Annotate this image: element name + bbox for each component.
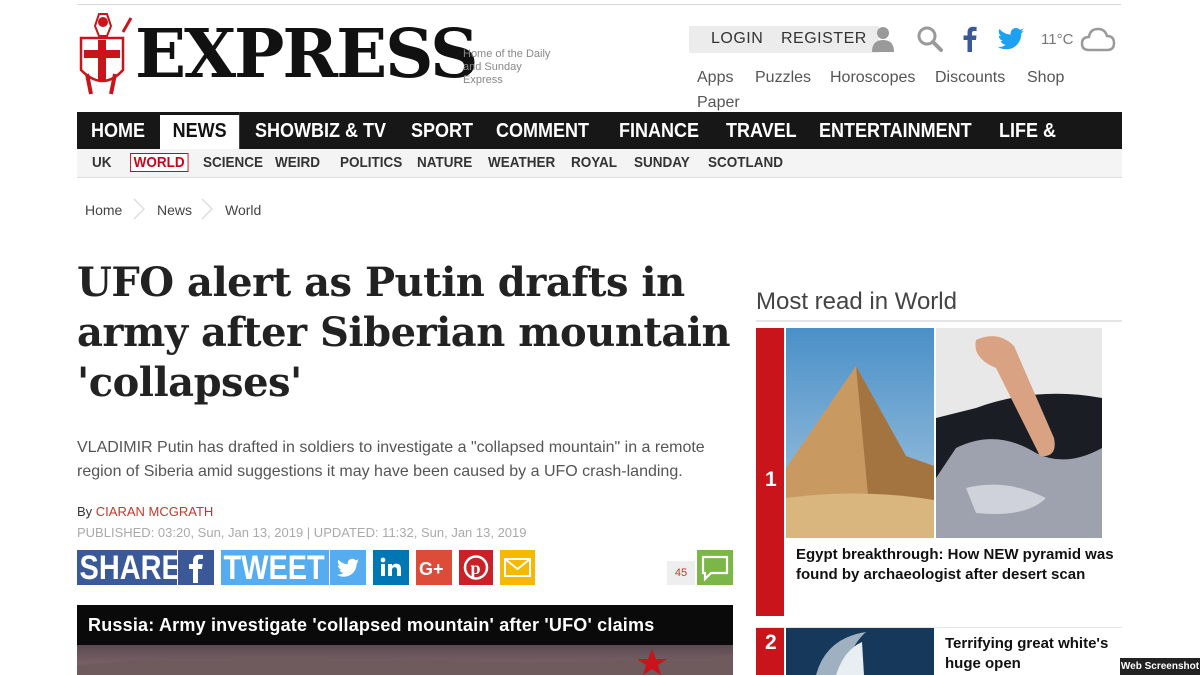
most-read-headline-2[interactable]: Terrifying great white's huge open	[945, 634, 1120, 674]
author-link[interactable]: CIARAN MCGRATH	[96, 504, 213, 519]
subnav-world[interactable]: WORLD	[130, 153, 189, 172]
share-label: SHARE	[79, 549, 181, 587]
byline: By CIARAN MCGRATH	[77, 504, 213, 519]
sidebar-divider	[756, 320, 1122, 322]
subnav-sunday[interactable]: SUNDAY	[634, 154, 690, 171]
byline-prefix: By	[77, 504, 93, 519]
linkedin-icon	[380, 557, 401, 576]
pinterest-share-button[interactable]: p	[459, 550, 493, 585]
nav-travel[interactable]: TRAVEL	[726, 112, 797, 149]
twitter-share-icon-button[interactable]	[330, 550, 366, 585]
email-share-button[interactable]	[500, 550, 535, 585]
facebook-icon	[189, 554, 203, 583]
search-icon[interactable]	[917, 26, 943, 52]
subnav-royal[interactable]: ROYAL	[571, 154, 617, 171]
nav-showbiz-tv[interactable]: SHOWBIZ & TV	[255, 112, 386, 149]
shop-link[interactable]: Shop	[1027, 69, 1064, 87]
nav-news[interactable]: NEWS	[160, 112, 240, 149]
video-title-bar[interactable]: Russia: Army investigate 'collapsed moun…	[77, 605, 733, 645]
twitter-share-button[interactable]: TWEET	[221, 549, 329, 587]
pyramid-image[interactable]	[786, 328, 934, 538]
comment-count[interactable]: 45	[667, 561, 695, 585]
cloud-weather-icon	[1080, 27, 1116, 52]
subnav-politics[interactable]: POLITICS	[340, 154, 402, 171]
article-standfirst: VLADIMIR Putin has drafted in soldiers t…	[77, 439, 705, 480]
top-border	[77, 4, 1121, 5]
nav-life-style[interactable]: LIFE & STYLE	[999, 112, 1110, 180]
article-headline: UFO alert as Putin drafts in army after …	[77, 259, 731, 406]
login-link[interactable]: LOGIN	[711, 30, 763, 48]
speech-bubble-icon	[701, 555, 729, 582]
tweet-label: TWEET	[223, 549, 325, 587]
user-bar: LOGIN REGISTER	[689, 26, 879, 53]
subnav-weird[interactable]: WEIRD	[275, 154, 320, 171]
facebook-share-icon-button[interactable]	[178, 550, 214, 585]
paper-link[interactable]: Paper	[697, 94, 740, 112]
sidebar-title: Most read in World	[756, 288, 957, 315]
googleplus-share-button[interactable]: G+	[416, 550, 452, 585]
user-account-icon[interactable]	[871, 25, 895, 53]
subnav-science[interactable]: SCIENCE	[203, 154, 263, 171]
email-envelope-icon	[504, 558, 531, 577]
watermark-label: Web Screenshot	[1120, 658, 1200, 675]
nav-entertainment[interactable]: ENTERTAINMENT	[819, 112, 972, 149]
published-date: PUBLISHED: 03:20, Sun, Jan 13, 2019 | UP…	[77, 525, 527, 540]
subnav-nature[interactable]: NATURE	[417, 154, 472, 171]
main-navigation: HOME NEWS SHOWBIZ & TV SPORT COMMENT FIN…	[77, 112, 1122, 180]
twitter-icon[interactable]	[997, 28, 1025, 51]
weather-temperature: 11°C	[1041, 31, 1074, 48]
comments-button[interactable]	[697, 550, 733, 585]
chevron-right-icon	[201, 198, 213, 220]
video-still-image	[77, 649, 733, 675]
scan-image[interactable]	[936, 328, 1102, 538]
linkedin-share-button[interactable]	[373, 550, 409, 585]
masthead-tagline: Home of the Daily and Sunday Express	[463, 48, 551, 86]
subnav-scotland[interactable]: SCOTLAND	[708, 154, 783, 171]
video-player-thumbnail[interactable]	[77, 645, 733, 675]
svg-text:G+: G+	[419, 559, 444, 579]
shark-image[interactable]	[786, 628, 934, 675]
site-logo-wordmark[interactable]: EXPRESS	[135, 14, 478, 94]
facebook-share-button[interactable]: SHARE	[77, 549, 181, 587]
subnav-uk[interactable]: UK	[92, 154, 112, 171]
nav-sport[interactable]: SPORT	[411, 112, 473, 149]
nav-comment[interactable]: COMMENT	[496, 112, 589, 149]
nav-home[interactable]: HOME	[91, 112, 145, 149]
googleplus-icon: G+	[419, 559, 444, 579]
register-link[interactable]: REGISTER	[781, 30, 867, 48]
rank-number: 1	[765, 468, 777, 491]
breadcrumb-world[interactable]: World	[225, 202, 261, 218]
facebook-icon[interactable]	[963, 26, 977, 52]
puzzles-link[interactable]: Puzzles	[755, 69, 811, 87]
twitter-icon	[337, 558, 359, 577]
breadcrumb-home[interactable]: Home	[85, 202, 122, 218]
breadcrumb-news[interactable]: News	[157, 202, 192, 218]
chevron-right-icon	[133, 198, 145, 220]
pinterest-icon: p	[463, 555, 489, 580]
sub-navigation: UK WORLD SCIENCE WEIRD POLITICS NATURE W…	[77, 149, 1122, 178]
svg-text:p: p	[471, 558, 481, 578]
nav-finance[interactable]: FINANCE	[619, 112, 699, 149]
subnav-weather[interactable]: WEATHER	[488, 154, 555, 171]
horoscopes-link[interactable]: Horoscopes	[830, 69, 915, 87]
most-read-headline-1[interactable]: Egypt breakthrough: How NEW pyramid was …	[796, 545, 1114, 585]
rank-number: 2	[765, 631, 777, 654]
discounts-link[interactable]: Discounts	[935, 69, 1005, 87]
crusader-logo-icon[interactable]	[77, 12, 133, 96]
apps-link[interactable]: Apps	[697, 69, 733, 87]
